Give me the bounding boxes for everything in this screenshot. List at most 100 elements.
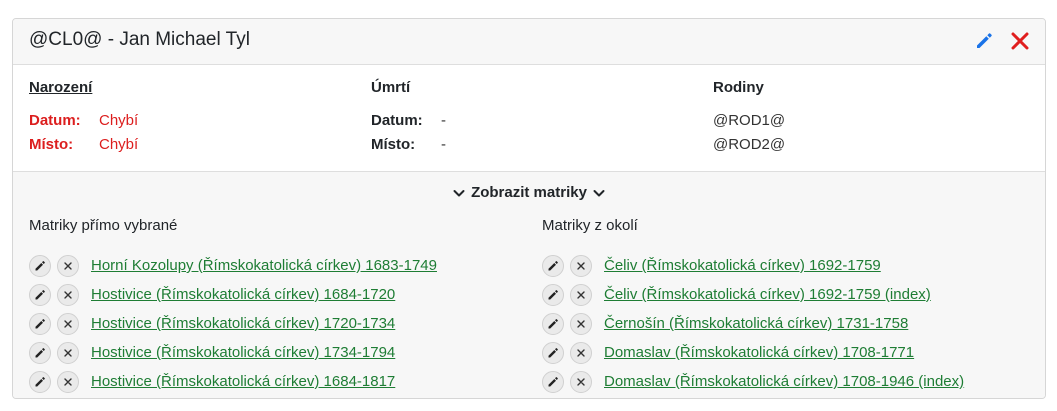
- birth-date-label: Datum:: [29, 111, 81, 129]
- pencil-icon: [548, 260, 558, 270]
- remove-register-button[interactable]: [57, 341, 79, 364]
- register-link[interactable]: Hostivice (Římskokatolická církev) 1684-…: [91, 286, 395, 303]
- register-item: Hostivice (Římskokatolická církev) 1734-…: [29, 338, 437, 367]
- edit-register-button[interactable]: [29, 283, 51, 306]
- nearby-registers: Matriky z okolí Čeliv (Římskokatolická c…: [542, 217, 964, 396]
- remove-register-button[interactable]: [570, 312, 592, 335]
- pencil-icon: [977, 33, 992, 48]
- death-column: Úmrtí Datum: - Místo: -: [371, 79, 446, 156]
- family-heading: Rodiny: [713, 79, 764, 96]
- edit-register-button[interactable]: [542, 283, 564, 306]
- register-item: Hostivice (Římskokatolická církev) 1684-…: [29, 367, 437, 396]
- birth-date-value: Chybí: [99, 111, 139, 129]
- pencil-icon: [35, 347, 45, 357]
- edit-register-button[interactable]: [542, 312, 564, 335]
- remove-register-button[interactable]: [570, 341, 592, 364]
- close-icon: [1011, 32, 1029, 50]
- edit-register-button[interactable]: [542, 254, 564, 277]
- close-icon: [64, 261, 72, 270]
- register-item: Černošín (Římskokatolická církev) 1731-1…: [542, 309, 964, 338]
- register-item: Horní Kozolupy (Římskokatolická církev) …: [29, 251, 437, 280]
- register-link[interactable]: Domaslav (Římskokatolická církev) 1708-1…: [604, 373, 964, 390]
- close-icon: [64, 348, 72, 357]
- chevron-down-icon: [593, 189, 605, 196]
- registers-section: Zobrazit matriky Matriky přímo vybrané H…: [13, 172, 1045, 398]
- show-registers-label: Zobrazit matriky: [471, 184, 587, 201]
- death-place-value: -: [441, 135, 446, 153]
- register-link[interactable]: Hostivice (Římskokatolická církev) 1684-…: [91, 373, 395, 390]
- pencil-icon: [35, 318, 45, 328]
- birth-place-label: Místo:: [29, 135, 74, 153]
- remove-register-button[interactable]: [570, 283, 592, 306]
- birth-place-row: Místo: Chybí: [29, 132, 138, 156]
- birth-place-value: Chybí: [99, 135, 139, 153]
- register-link[interactable]: Černošín (Římskokatolická církev) 1731-1…: [604, 315, 908, 332]
- edit-register-button[interactable]: [29, 312, 51, 335]
- close-icon: [577, 290, 585, 299]
- edit-register-button[interactable]: [542, 370, 564, 393]
- family-item: @ROD2@: [713, 132, 785, 156]
- register-link[interactable]: Domaslav (Římskokatolická církev) 1708-1…: [604, 344, 914, 361]
- pencil-icon: [548, 376, 558, 386]
- register-link[interactable]: Hostivice (Římskokatolická církev) 1720-…: [91, 315, 395, 332]
- edit-register-button[interactable]: [29, 341, 51, 364]
- person-card: @CL0@ - Jan Michael Tyl Narození Datum: …: [12, 18, 1046, 399]
- pencil-icon: [548, 289, 558, 299]
- person-info: Narození Datum: Chybí Místo: Chybí Úmrtí…: [13, 65, 1045, 172]
- card-header: @CL0@ - Jan Michael Tyl: [13, 19, 1045, 65]
- edit-register-button[interactable]: [29, 254, 51, 277]
- death-place-label: Místo:: [371, 135, 416, 153]
- edit-register-button[interactable]: [542, 341, 564, 364]
- pencil-icon: [35, 289, 45, 299]
- direct-registers-list: Horní Kozolupy (Římskokatolická církev) …: [29, 251, 437, 396]
- chevron-down-icon: [453, 189, 465, 196]
- register-item: Hostivice (Římskokatolická církev) 1684-…: [29, 280, 437, 309]
- death-date-row: Datum: -: [371, 108, 446, 132]
- remove-register-button[interactable]: [57, 283, 79, 306]
- header-actions: [973, 30, 1031, 52]
- birth-date-row: Datum: Chybí: [29, 108, 138, 132]
- remove-register-button[interactable]: [57, 254, 79, 277]
- family-item: @ROD1@: [713, 108, 785, 132]
- direct-registers-title: Matriky přímo vybrané: [29, 217, 178, 234]
- register-item: Čeliv (Římskokatolická církev) 1692-1759…: [542, 280, 964, 309]
- pencil-icon: [548, 318, 558, 328]
- register-item: Hostivice (Římskokatolická církev) 1720-…: [29, 309, 437, 338]
- remove-register-button[interactable]: [570, 370, 592, 393]
- person-title: @CL0@ - Jan Michael Tyl: [29, 29, 250, 50]
- death-heading: Úmrtí: [371, 79, 411, 96]
- close-icon: [577, 261, 585, 270]
- close-button[interactable]: [1009, 30, 1031, 52]
- edit-register-button[interactable]: [29, 370, 51, 393]
- pencil-icon: [35, 376, 45, 386]
- birth-heading: Narození: [29, 79, 93, 96]
- show-registers-toggle[interactable]: Zobrazit matriky: [13, 184, 1045, 203]
- close-icon: [577, 319, 585, 328]
- death-place-row: Místo: -: [371, 132, 446, 156]
- family-column: Rodiny @ROD1@ @ROD2@: [713, 79, 785, 156]
- close-icon: [577, 377, 585, 386]
- pencil-icon: [35, 260, 45, 270]
- register-link[interactable]: Čeliv (Římskokatolická církev) 1692-1759: [604, 257, 881, 274]
- close-icon: [577, 348, 585, 357]
- death-date-value: -: [441, 111, 446, 129]
- remove-register-button[interactable]: [57, 312, 79, 335]
- death-date-label: Datum:: [371, 111, 423, 129]
- register-link[interactable]: Horní Kozolupy (Římskokatolická církev) …: [91, 257, 437, 274]
- close-icon: [64, 319, 72, 328]
- close-icon: [64, 377, 72, 386]
- remove-register-button[interactable]: [57, 370, 79, 393]
- register-item: Domaslav (Římskokatolická církev) 1708-1…: [542, 367, 964, 396]
- edit-button[interactable]: [973, 30, 995, 52]
- close-icon: [64, 290, 72, 299]
- family-id: @ROD1@: [713, 111, 786, 129]
- nearby-registers-title: Matriky z okolí: [542, 217, 638, 234]
- family-id: @ROD2@: [713, 135, 786, 153]
- birth-column: Narození Datum: Chybí Místo: Chybí: [29, 79, 138, 156]
- register-link[interactable]: Hostivice (Římskokatolická církev) 1734-…: [91, 344, 395, 361]
- pencil-icon: [548, 347, 558, 357]
- remove-register-button[interactable]: [570, 254, 592, 277]
- register-item: Čeliv (Římskokatolická církev) 1692-1759: [542, 251, 964, 280]
- direct-registers: Matriky přímo vybrané Horní Kozolupy (Ří…: [29, 217, 437, 396]
- register-link[interactable]: Čeliv (Římskokatolická církev) 1692-1759…: [604, 286, 931, 303]
